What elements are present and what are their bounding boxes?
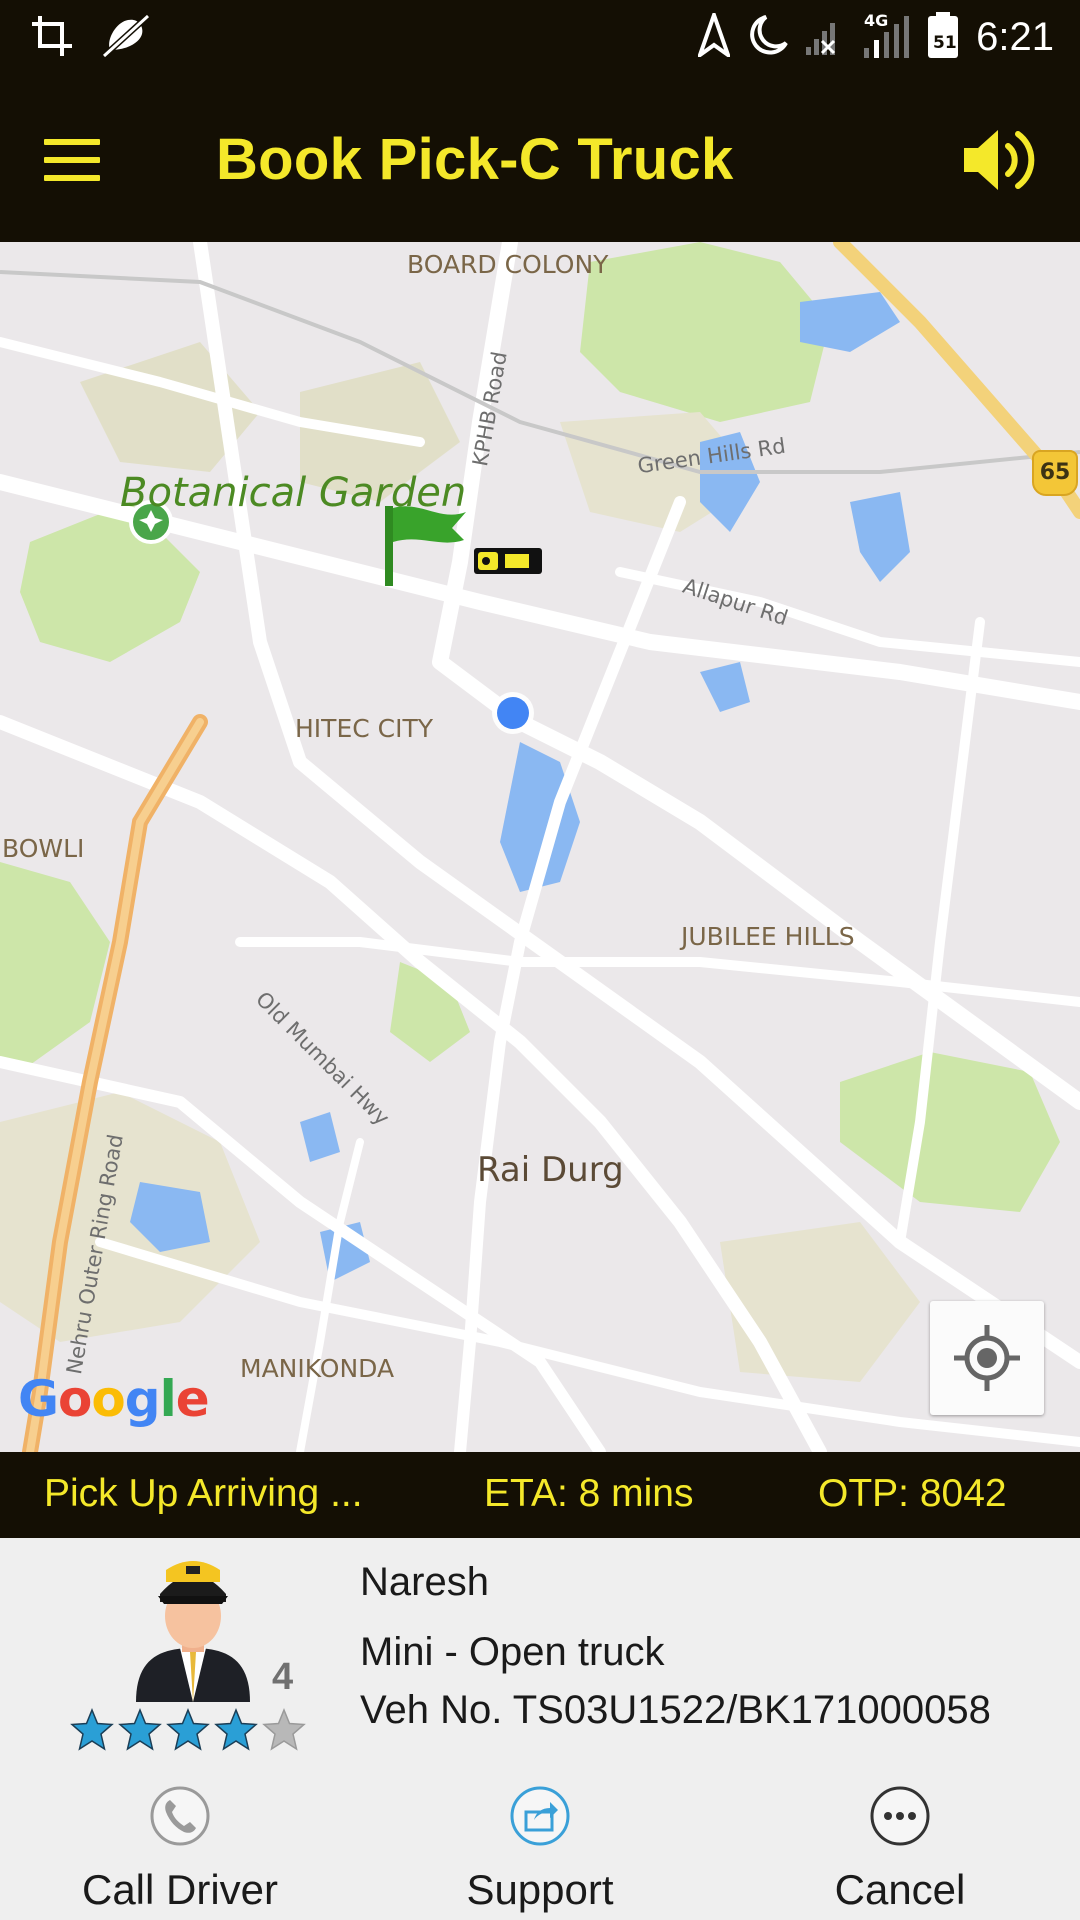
driver-avatar-icon — [136, 1561, 250, 1702]
signal-4g-icon: 4G — [860, 10, 910, 65]
highway-shield: 65 — [1032, 450, 1078, 496]
vehicle-type: Mini - Open truck — [360, 1630, 665, 1674]
signal-no-sim-icon — [804, 13, 844, 62]
map-label-hitec-city: HITEC CITY — [295, 714, 434, 743]
map-label-rai-durg: Rai Durg — [477, 1150, 624, 1190]
pickup-status: Pick Up Arriving ... — [44, 1472, 363, 1515]
rating-star-icon — [262, 1708, 306, 1751]
otp-label: OTP: 8042 — [818, 1472, 1007, 1515]
rating-star-icon — [118, 1708, 162, 1751]
support-button[interactable]: Support — [390, 1784, 690, 1920]
page-title: Book Pick-C Truck — [216, 127, 734, 192]
support-label: Support — [466, 1866, 614, 1913]
speaker-volume-icon — [964, 130, 1035, 190]
map-label-botanical-garden: Botanical Garden — [120, 470, 467, 516]
menu-button[interactable] — [44, 128, 124, 192]
driver-rating-number: 4 — [272, 1656, 294, 1698]
map-label-jubilee-hills: JUBILEE HILLS — [681, 922, 855, 951]
google-logo-letter: G — [18, 1370, 59, 1428]
call-driver-button[interactable]: Call Driver — [30, 1784, 330, 1920]
google-logo-letter: g — [124, 1370, 161, 1428]
cancel-label: Cancel — [834, 1866, 966, 1913]
do-not-disturb-moon-icon — [746, 13, 788, 62]
navigation-icon — [696, 8, 733, 62]
truck-marker-icon — [474, 548, 542, 574]
driver-name: Naresh — [360, 1560, 489, 1604]
driver-panel: 4 Naresh Mini - Open truck Veh No. TS03U… — [0, 1538, 1080, 1920]
status-bar-left — [30, 13, 151, 63]
google-logo-letter: e — [175, 1370, 210, 1428]
hamburger-icon — [44, 139, 100, 145]
battery-level-label: 51 — [933, 33, 957, 53]
notification-off-icon — [101, 13, 151, 63]
cancel-button[interactable]: Cancel — [750, 1784, 1050, 1920]
phone-icon — [150, 1786, 210, 1846]
google-logo-letter: l — [159, 1370, 177, 1428]
call-driver-label: Call Driver — [81, 1866, 278, 1913]
map-label-board-colony: BOARD COLONY — [407, 250, 609, 279]
driver-avatar — [130, 1552, 256, 1702]
status-bar: 4G 51 6:21 — [0, 0, 1080, 78]
rating-star-icon — [166, 1708, 210, 1751]
status-bar-right: 4G 51 6:21 — [696, 8, 1054, 65]
vehicle-number: Veh No. TS03U1522/BK171000058 — [360, 1688, 991, 1732]
support-share-icon — [510, 1786, 570, 1846]
map-view[interactable]: BOARD COLONY Botanical Garden Green Hill… — [0, 242, 1080, 1452]
hamburger-line — [44, 175, 100, 181]
eta-label: ETA: 8 mins — [484, 1472, 694, 1515]
driver-rating-stars — [70, 1708, 306, 1752]
hamburger-line — [44, 157, 100, 163]
map-label-bowli: BOWLI — [2, 834, 85, 863]
map-label-manikonda: MANIKONDA — [240, 1354, 395, 1383]
crop-icon — [30, 14, 74, 63]
rating-star-icon — [214, 1708, 258, 1751]
my-location-button[interactable] — [930, 1301, 1044, 1415]
battery-icon: 51 — [926, 10, 960, 65]
app-bar: Book Pick-C Truck — [0, 78, 1080, 242]
google-logo-letter: o — [91, 1370, 125, 1428]
trip-info-bar: Pick Up Arriving ... ETA: 8 mins OTP: 80… — [0, 1452, 1080, 1538]
sound-toggle-button[interactable] — [960, 126, 1036, 194]
crosshair-icon — [954, 1325, 1020, 1391]
status-time: 6:21 — [976, 15, 1054, 59]
rating-star-icon — [70, 1708, 114, 1751]
map-canvas — [0, 242, 1080, 1452]
more-options-icon — [870, 1786, 930, 1846]
google-logo: Google — [18, 1370, 210, 1428]
network-type-label: 4G — [864, 11, 888, 30]
google-logo-letter: o — [58, 1370, 92, 1428]
